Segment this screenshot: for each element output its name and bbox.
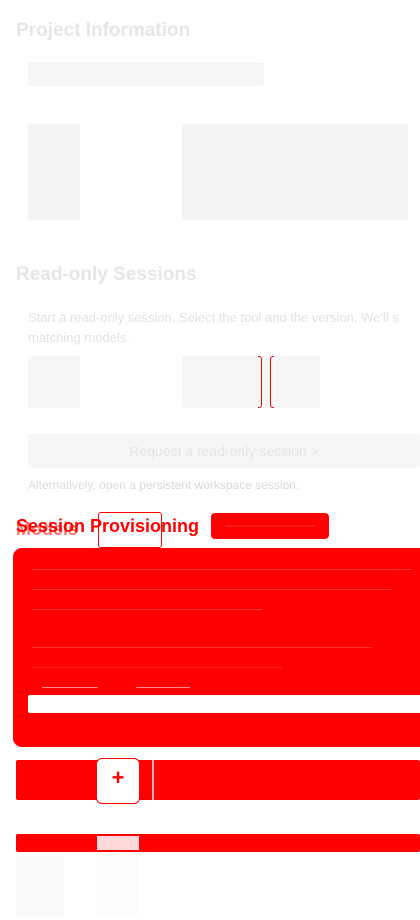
- request-read-only-button[interactable]: Request a read-only session >: [28, 434, 420, 468]
- read-only-description-2: matching models.: [28, 330, 130, 345]
- request-read-only-label: Request a read-only session >: [129, 443, 319, 459]
- bottom-red-bar: [16, 834, 420, 852]
- bottom-bar-gap: [96, 836, 140, 850]
- alternative-prefix: Alternatively, open a: [28, 478, 140, 492]
- alternative-text: Alternatively, open a persistent workspa…: [28, 478, 299, 492]
- read-only-description: Start a read-only session. Select the to…: [28, 310, 399, 325]
- provisioning-input-bar[interactable]: [28, 695, 420, 713]
- heading-outline-box: [98, 512, 162, 548]
- bottom-left-faint-block: [16, 856, 64, 916]
- stepper-row: [16, 760, 420, 800]
- project-title: Project Information: [16, 20, 191, 41]
- project-field-row: [28, 62, 264, 86]
- provisioning-card: [14, 549, 420, 746]
- stepper-divider: [152, 758, 154, 802]
- plus-icon: +: [111, 765, 125, 790]
- bracket-mark-left: [258, 356, 262, 408]
- increment-button[interactable]: +: [96, 758, 140, 804]
- tool-select[interactable]: [28, 356, 80, 408]
- project-thumb-right: [182, 124, 408, 220]
- provisioning-action-pill[interactable]: [211, 513, 329, 539]
- version-select[interactable]: [182, 356, 320, 408]
- bottom-mid-faint-block: [96, 856, 138, 916]
- project-thumb-left: [28, 124, 80, 220]
- bracket-mark-right: [270, 356, 274, 408]
- pill-inner-line: [225, 525, 315, 527]
- persistent-workspace-link[interactable]: persistent workspace session.: [139, 478, 299, 492]
- read-only-title: Read-only Sessions: [16, 264, 197, 285]
